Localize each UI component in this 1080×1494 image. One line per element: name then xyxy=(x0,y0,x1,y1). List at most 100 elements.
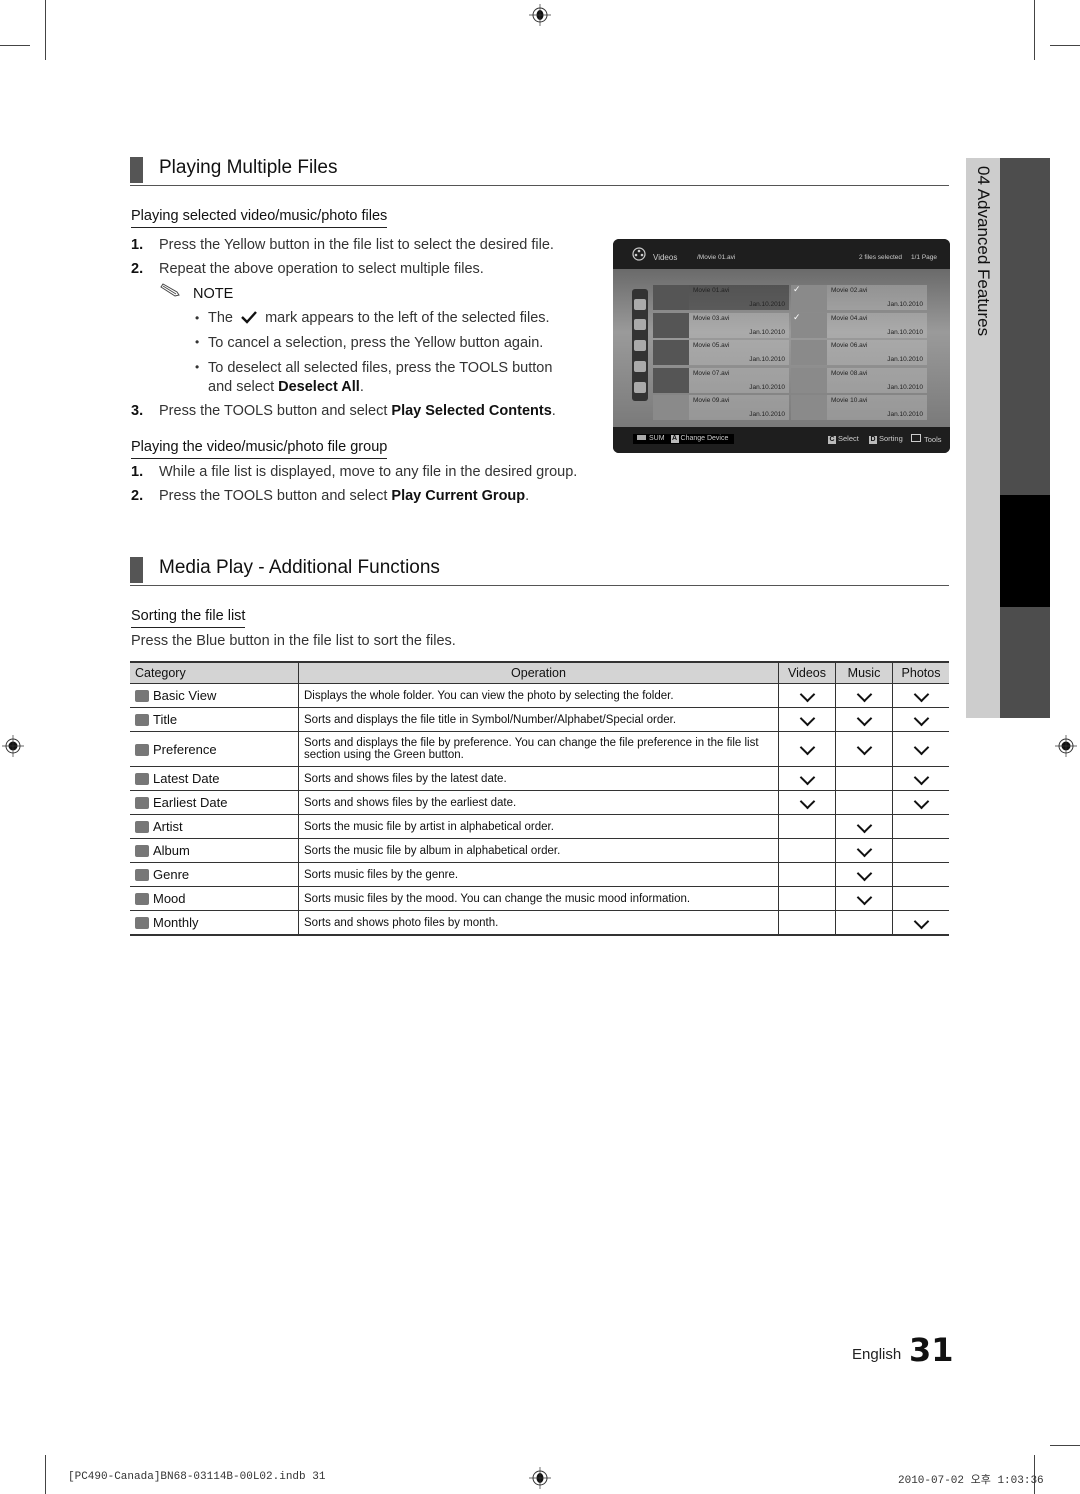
photos-support-cell xyxy=(892,790,949,815)
tv-file-item[interactable]: ✓ Movie 02.avi Jan.10.2010 xyxy=(791,284,927,310)
print-slug-left: [PC490-Canada]BN68-03114B-00L02.indb 31 xyxy=(68,1471,326,1483)
videos-support-cell xyxy=(778,707,836,732)
category-cell: Genre xyxy=(130,862,299,887)
videos-support-cell xyxy=(778,766,836,791)
column-header-category: Category xyxy=(130,661,299,684)
genre-icon xyxy=(135,869,149,881)
video-thumbnail xyxy=(653,285,689,310)
operation-cell: Sorts and shows files by the latest date… xyxy=(298,766,779,791)
music-support-cell xyxy=(835,707,893,732)
column-header-videos: Videos xyxy=(778,661,836,684)
intro-text: Press the Blue button in the file list t… xyxy=(131,633,456,649)
folder-icon xyxy=(135,690,149,702)
tv-file-item[interactable]: Movie 01.avi Jan.10.2010 xyxy=(653,285,789,310)
videos-support-cell xyxy=(778,731,836,767)
check-icon xyxy=(913,793,929,809)
file-name: Movie 03.avi xyxy=(693,314,730,322)
note-text: and select Deselect All. xyxy=(208,379,364,395)
videos-support-cell xyxy=(778,683,836,708)
step-text: Repeat the above operation to select mul… xyxy=(159,261,484,277)
note-text: The mark appears to the left of the sele… xyxy=(208,310,550,326)
note-text-pre: The xyxy=(208,310,233,326)
category-label: Title xyxy=(153,712,178,727)
crop-mark xyxy=(45,0,46,60)
music-support-cell xyxy=(835,731,893,767)
category-label: Earliest Date xyxy=(153,795,228,810)
album-icon xyxy=(135,845,149,857)
change-device-label: Change Device xyxy=(680,435,729,442)
file-name: Movie 08.avi xyxy=(831,369,868,377)
tv-file-item[interactable]: Movie 06.avi Jan.10.2010 xyxy=(791,340,927,365)
tv-action-sorting: D Sorting xyxy=(869,434,903,444)
calendar-monthly-icon xyxy=(135,917,149,929)
operation-cell: Sorts the music file by artist in alphab… xyxy=(298,814,779,839)
tv-file-item[interactable]: Movie 10.avi Jan.10.2010 xyxy=(791,395,927,420)
tv-file-item[interactable]: Movie 09.avi Jan.10.2010 xyxy=(653,395,789,420)
tv-file-item[interactable]: Movie 05.avi Jan.10.2010 xyxy=(653,340,789,365)
language-label: English xyxy=(852,1346,902,1363)
music-support-cell xyxy=(835,838,893,863)
step-text-end: . xyxy=(551,403,556,419)
film-reel-icon xyxy=(791,367,827,393)
table-row: Album Sorts the music file by album in al… xyxy=(130,838,949,863)
table-row: Artist Sorts the music file by artist in … xyxy=(130,814,949,839)
step-number: 2. xyxy=(131,488,144,504)
music-support-cell xyxy=(835,683,893,708)
step-text-end: . xyxy=(525,488,530,504)
calendar-earliest-icon xyxy=(135,797,149,809)
tv-device-area: SUM A Change Device xyxy=(633,434,735,444)
category-cell: Preference xyxy=(130,731,299,767)
category-cell: Latest Date xyxy=(130,766,299,791)
file-date: Jan.10.2010 xyxy=(887,328,923,336)
tv-header: Videos /Movie 01.avi 2 files selected 1/… xyxy=(613,239,950,269)
video-thumbnail xyxy=(653,340,689,365)
file-date: Jan.10.2010 xyxy=(887,383,923,391)
file-date: Jan.10.2010 xyxy=(887,411,923,418)
note-text: To cancel a selection, press the Yellow … xyxy=(208,335,544,351)
tv-file-item[interactable]: Movie 03.avi Jan.10.2010 xyxy=(653,312,789,338)
file-name: Movie 06.avi xyxy=(831,342,868,349)
film-reel-icon xyxy=(791,340,827,365)
photos-support-cell xyxy=(892,838,949,863)
category-cell: Title xyxy=(130,707,299,732)
registration-mark-icon xyxy=(529,1467,551,1489)
operation-cell: Sorts and shows photo files by month. xyxy=(298,910,779,936)
step-text: Press the TOOLS button and select Play S… xyxy=(159,403,556,419)
check-icon xyxy=(799,686,815,702)
photos-support-cell xyxy=(892,731,949,767)
check-icon xyxy=(913,739,929,756)
table-row: Preference Sorts and displays the file by… xyxy=(130,731,949,767)
film-reel-icon xyxy=(632,247,646,261)
tv-selected-count: 2 files selected xyxy=(859,254,902,261)
videos-support-cell xyxy=(778,790,836,815)
step-number: 1. xyxy=(131,237,144,253)
menu-option-deselect-all: Deselect All xyxy=(278,379,360,395)
menu-option-play-group: Play Current Group xyxy=(391,488,526,504)
check-icon xyxy=(913,769,929,785)
usb-device-icon xyxy=(637,435,646,440)
key-d-icon: D xyxy=(869,436,877,444)
menu-option-play-selected: Play Selected Contents xyxy=(391,403,552,419)
tv-file-item[interactable]: ✓ Movie 04.avi Jan.10.2010 xyxy=(791,312,927,338)
sorting-label: Sorting xyxy=(879,434,903,443)
column-header-operation: Operation xyxy=(298,661,779,684)
table-row: Basic View Displays the whole folder. You… xyxy=(130,683,949,708)
photos-support-cell xyxy=(892,814,949,839)
videos-support-cell xyxy=(778,886,836,911)
tv-file-item[interactable]: Movie 08.avi Jan.10.2010 xyxy=(791,367,927,393)
check-icon xyxy=(856,841,872,857)
file-date: Jan.10.2010 xyxy=(749,356,785,363)
tools-label: Tools xyxy=(924,435,942,444)
photos-support-cell xyxy=(892,886,949,911)
category-label: Latest Date xyxy=(153,771,220,786)
photos-support-cell xyxy=(892,862,949,887)
video-thumbnail xyxy=(653,367,689,393)
bullet: • xyxy=(195,335,200,349)
tv-file-item[interactable]: Movie 07.avi Jan.10.2010 xyxy=(653,367,789,393)
artist-icon xyxy=(135,821,149,833)
check-icon xyxy=(913,913,929,929)
bullet: • xyxy=(195,360,200,374)
photos-support-cell xyxy=(892,683,949,708)
tv-page-indicator: 1/1 Page xyxy=(911,254,938,261)
tv-current-path: /Movie 01.avi xyxy=(697,254,736,261)
